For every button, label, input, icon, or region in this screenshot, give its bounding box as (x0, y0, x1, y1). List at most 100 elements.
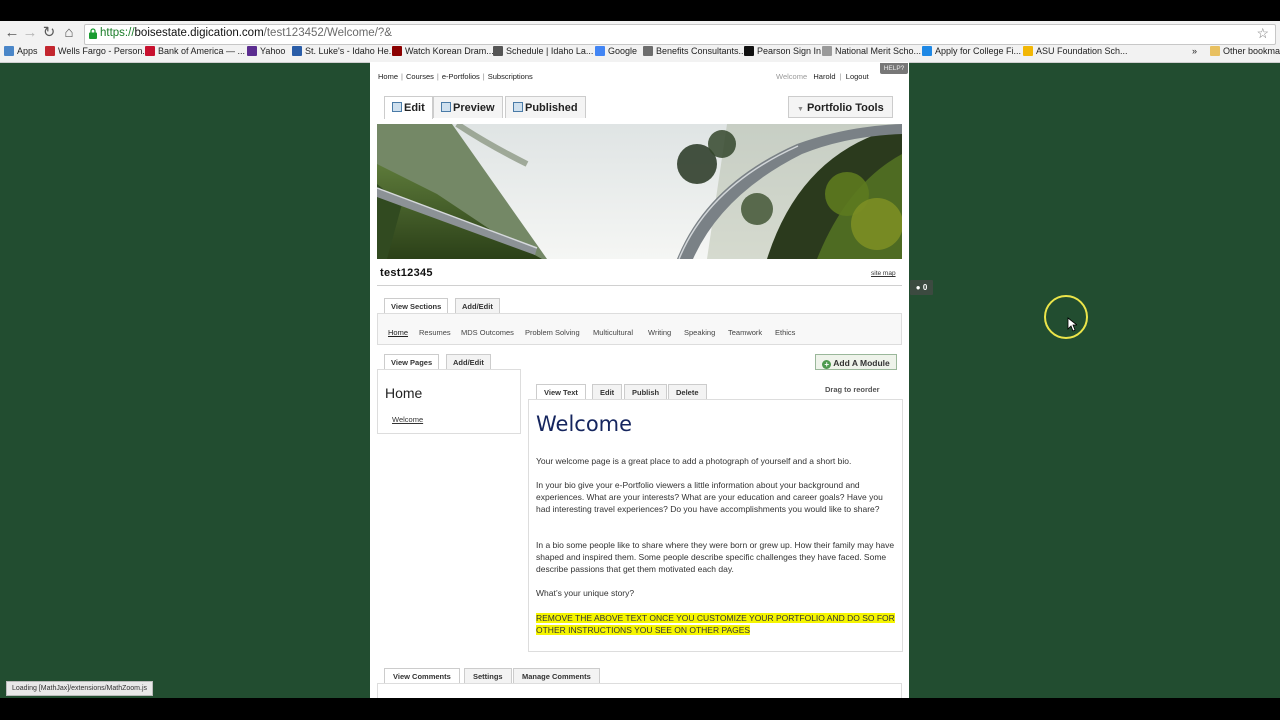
bookmark-item[interactable]: Google (595, 46, 637, 56)
section-mds-outcomes[interactable]: MDS Outcomes (461, 328, 514, 337)
status-bar: Loading [MathJax]/extensions/MathZoom.js (6, 681, 154, 696)
tab-published[interactable]: Published (505, 96, 586, 118)
back-arrow-icon[interactable]: ← (3, 24, 21, 42)
speech-bubble-icon: ● (915, 283, 921, 292)
bookmark-item[interactable]: Yahoo (247, 46, 285, 56)
nav-subscriptions[interactable]: Subscriptions (488, 72, 533, 81)
bookmark-favicon-icon (1023, 46, 1033, 56)
tab-add-edit-sections[interactable]: Add/Edit (455, 298, 500, 313)
chevron-down-icon: ▼ (797, 106, 804, 113)
bookmark-favicon-icon (145, 46, 155, 56)
section-multicultural[interactable]: Multicultural (593, 328, 633, 337)
bookmark-item[interactable]: Apps (4, 46, 38, 56)
bookmark-item[interactable]: Benefits Consultants... (643, 46, 746, 56)
tab-edit-module[interactable]: Edit (592, 384, 623, 399)
lock-icon (89, 28, 97, 39)
forward-arrow-icon[interactable]: → (21, 24, 39, 42)
preview-icon (441, 102, 451, 112)
home-icon[interactable]: ⌂ (60, 24, 78, 42)
section-writing[interactable]: Writing (648, 328, 671, 337)
bookmark-favicon-icon (247, 46, 257, 56)
section-home[interactable]: Home (388, 328, 408, 337)
paragraph-3: In a bio some people like to share where… (536, 540, 895, 574)
tab-add-edit-pages[interactable]: Add/Edit (446, 354, 491, 369)
browser-toolbar: ← → ↻ ⌂ https://boisestate.digication.co… (0, 21, 1280, 63)
bookmark-star-icon[interactable]: ☆ (1256, 25, 1269, 42)
logout-link[interactable]: Logout (846, 72, 869, 81)
bookmark-item[interactable]: Pearson Sign In (744, 46, 821, 56)
site-map-link[interactable]: site map (871, 270, 896, 277)
comment-count-badge[interactable]: ● 0 (910, 280, 933, 295)
text-module: Welcome Your welcome page is a great pla… (528, 399, 903, 652)
add-module-button[interactable]: + Add A Module (815, 354, 897, 370)
tab-settings[interactable]: Settings (464, 668, 512, 684)
plus-icon: + (822, 360, 832, 369)
paragraph-1: Your welcome page is a great place to ad… (536, 456, 852, 466)
nav-home[interactable]: Home (378, 72, 398, 81)
bookmark-favicon-icon (493, 46, 503, 56)
top-nav: Home | Courses | e-Portfolios | Subscriptions (378, 72, 533, 81)
address-bar[interactable]: https://boisestate.digication.com/test12… (84, 24, 1276, 45)
username[interactable]: Harold (813, 72, 835, 81)
nav-eportfolios[interactable]: e-Portfolios (442, 72, 480, 81)
bottom-letterbox (0, 698, 1280, 720)
url-text: https://boisestate.digication.com/test12… (100, 27, 392, 39)
tab-edit[interactable]: Edit (384, 96, 433, 119)
tab-view-pages[interactable]: View Pages (384, 354, 440, 369)
tab-preview[interactable]: Preview (433, 96, 503, 118)
tab-view-sections[interactable]: View Sections (384, 298, 449, 313)
section-problem-solving[interactable]: Problem Solving (525, 328, 580, 337)
divider (377, 285, 902, 286)
section-speaking[interactable]: Speaking (684, 328, 715, 337)
other-bookmarks-folder[interactable]: Other bookmarks (1210, 46, 1280, 56)
tab-view-comments[interactable]: View Comments (384, 668, 460, 684)
section-teamwork[interactable]: Teamwork (728, 328, 762, 337)
nav-courses[interactable]: Courses (406, 72, 434, 81)
mouse-cursor-icon (1067, 317, 1077, 332)
reload-icon[interactable]: ↻ (40, 24, 58, 42)
bookmark-item[interactable]: St. Luke's - Idaho He... (292, 46, 396, 56)
portfolio-tools-button[interactable]: ▼ Portfolio Tools (788, 96, 893, 118)
section-resumes[interactable]: Resumes (419, 328, 451, 337)
portfolio-page: Home | Courses | e-Portfolios | Subscriptions … (370, 62, 909, 703)
edit-icon (392, 102, 402, 112)
bookmark-item[interactable]: ASU Foundation Sch... (1023, 46, 1128, 56)
page-link-welcome[interactable]: Welcome (392, 415, 423, 424)
bookmark-favicon-icon (643, 46, 653, 56)
published-icon (513, 102, 523, 112)
module-title: Welcome (536, 412, 633, 436)
top-letterbox (0, 0, 1280, 21)
pages-list: Home Welcome (377, 369, 521, 434)
tab-publish[interactable]: Publish (624, 384, 668, 399)
cursor-highlight-ring (1044, 295, 1088, 339)
bookmark-favicon-icon (744, 46, 754, 56)
bookmark-item[interactable]: Apply for College Fi... (922, 46, 1021, 56)
bookmark-favicon-icon (45, 46, 55, 56)
section-nav: Home Resumes MDS Outcomes Problem Solvin… (377, 313, 902, 345)
instruction-note: REMOVE THE ABOVE TEXT ONCE YOU CUSTOMIZE… (536, 612, 896, 636)
highlighted-instruction: REMOVE THE ABOVE TEXT ONCE YOU CUSTOMIZE… (536, 613, 895, 635)
bookmark-favicon-icon (4, 46, 14, 56)
site-title: test12345 (380, 267, 433, 279)
paragraph-4: What’s your unique story? (536, 588, 635, 598)
bookmark-item[interactable]: Wells Fargo - Person... (45, 46, 150, 56)
bookmark-item[interactable]: Watch Korean Dram... (392, 46, 494, 56)
pages-heading: Home (385, 385, 423, 401)
section-ethics[interactable]: Ethics (775, 328, 795, 337)
bookmarks-bar: Apps Wells Fargo - Person... Bank of Ameri… (0, 44, 1280, 61)
tab-manage-comments[interactable]: Manage Comments (513, 668, 600, 684)
bookmark-favicon-icon (292, 46, 302, 56)
bookmark-favicon-icon (922, 46, 932, 56)
bookmark-item[interactable]: Bank of America — ... (145, 46, 245, 56)
bookmark-item[interactable]: National Merit Scho... (822, 46, 921, 56)
help-button[interactable]: HELP? (880, 63, 908, 74)
drag-to-reorder[interactable]: Drag to reorder (825, 385, 880, 394)
tab-delete[interactable]: Delete (668, 384, 707, 399)
bookmark-favicon-icon (822, 46, 832, 56)
user-greeting: Welcome Harold | Logout (776, 72, 869, 81)
bookmark-item[interactable]: Schedule | Idaho La... (493, 46, 593, 56)
tab-view-text[interactable]: View Text (536, 384, 586, 399)
banner-image (377, 124, 902, 259)
more-bookmarks-button[interactable]: » (1192, 46, 1197, 56)
bookmark-favicon-icon (392, 46, 402, 56)
